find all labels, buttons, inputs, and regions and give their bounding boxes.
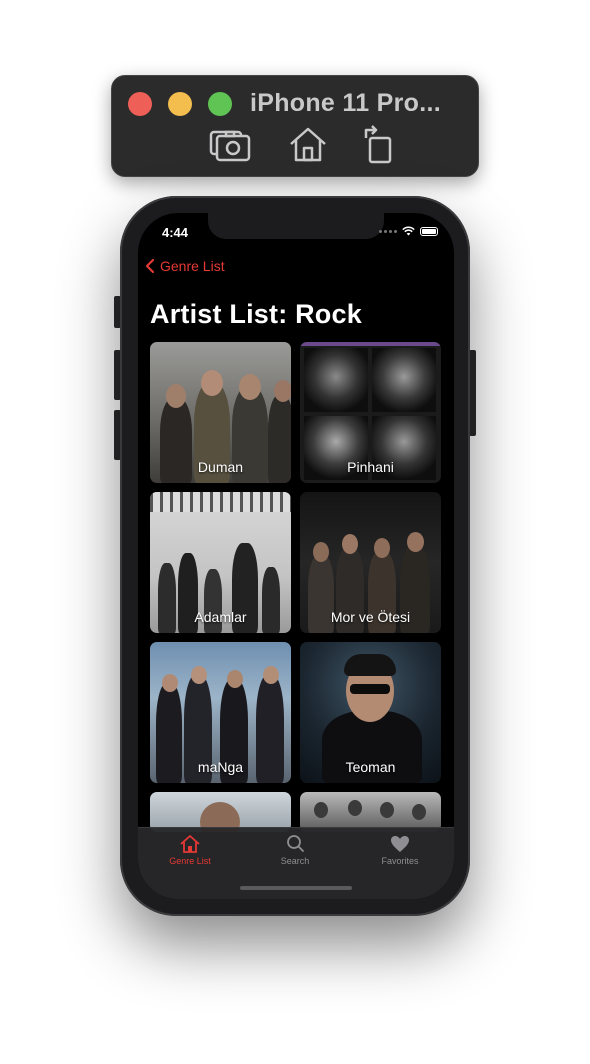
artist-name: Adamlar (194, 609, 247, 625)
tab-bar: Genre List Search Favorites (138, 827, 454, 899)
tab-label: Search (280, 856, 310, 866)
notch (208, 213, 384, 239)
artist-card-teoman[interactable]: Teoman (300, 642, 441, 783)
artist-card-duman[interactable]: Duman (150, 342, 291, 483)
artist-card-partial-1[interactable] (150, 792, 291, 832)
battery-icon (420, 226, 438, 236)
tab-search[interactable]: Search (255, 834, 335, 866)
artist-card-mor-ve-otesi[interactable]: Mor ve Ötesi (300, 492, 441, 633)
simulator-title: iPhone 11 Pro... (250, 89, 441, 117)
artist-name: Pinhani (347, 459, 394, 475)
tab-favorites[interactable]: Favorites (360, 834, 440, 866)
simulator-toolbar: iPhone 11 Pro... (111, 75, 479, 177)
artist-card-pinhani[interactable]: Pinhani (300, 342, 441, 483)
status-icons (379, 226, 438, 236)
heart-icon (391, 836, 409, 852)
search-icon (287, 835, 304, 852)
tab-label: Genre List (169, 856, 211, 866)
signal-icon (379, 229, 397, 233)
back-button-label: Genre List (160, 258, 225, 274)
home-indicator[interactable] (240, 886, 352, 890)
zoom-window-button[interactable] (208, 92, 232, 116)
back-button[interactable]: Genre List (144, 258, 225, 274)
close-window-button[interactable] (128, 92, 152, 116)
page-title: Artist List: Rock (150, 299, 362, 329)
home-icon[interactable] (286, 124, 330, 164)
artist-name: Mor ve Ötesi (330, 609, 411, 625)
artist-name: Duman (197, 459, 244, 475)
minimize-window-button[interactable] (168, 92, 192, 116)
power-button (469, 350, 476, 436)
screenshot-icon[interactable] (208, 124, 252, 164)
tab-label: Favorites (381, 856, 419, 866)
artist-name: maNga (197, 759, 244, 775)
rotate-icon[interactable] (358, 124, 402, 164)
artist-card-adamlar[interactable]: Adamlar (150, 492, 291, 633)
artist-name: Teoman (345, 759, 396, 775)
artist-card-partial-2[interactable] (300, 792, 441, 832)
wifi-icon (402, 226, 415, 236)
artist-card-manga[interactable]: maNga (150, 642, 291, 783)
chevron-left-icon (145, 258, 155, 274)
home-icon (180, 835, 200, 853)
tab-genre-list[interactable]: Genre List (150, 834, 230, 866)
status-time: 4:44 (162, 225, 189, 240)
phone-screen: 4:44 Genre List Artist List: Rock Duman (138, 213, 454, 899)
